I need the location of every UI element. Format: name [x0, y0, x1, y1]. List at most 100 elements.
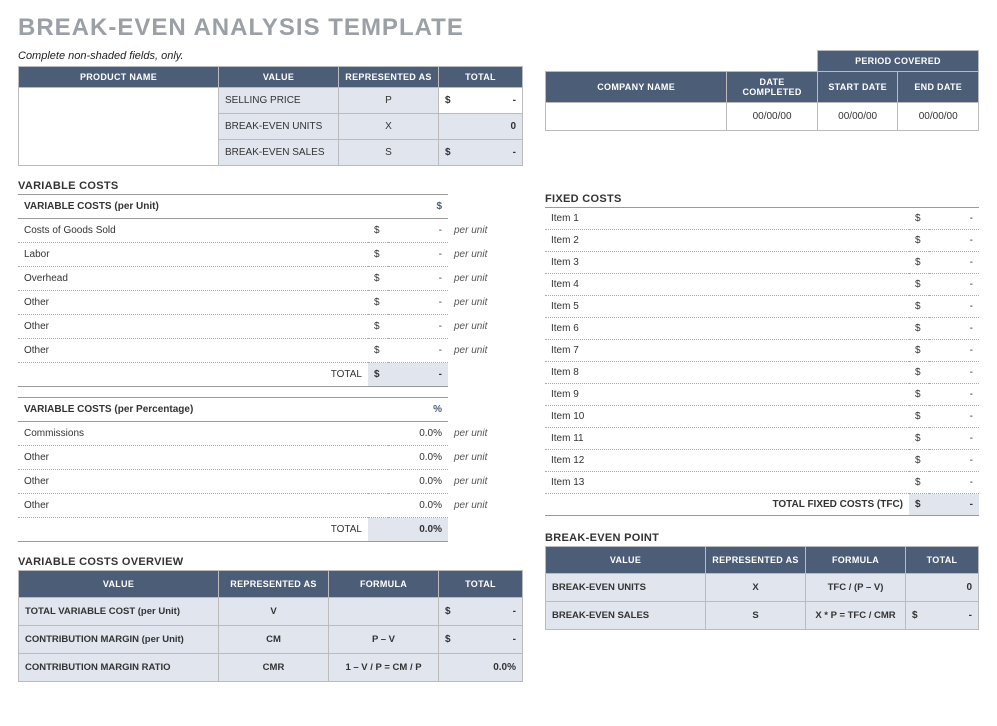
varcost-value[interactable]: 0.0% — [388, 422, 448, 446]
currency-symbol: $ — [909, 208, 929, 230]
varcost-label[interactable]: Overhead — [18, 267, 368, 291]
currency-symbol: $ — [909, 230, 929, 252]
col-rep: REPRESENTED AS — [706, 547, 806, 574]
selling-price-total[interactable]: $- — [439, 88, 523, 114]
currency-symbol: $ — [909, 318, 929, 340]
period-covered-heading: PERIOD COVERED — [817, 51, 978, 72]
table-row: CONTRIBUTION MARGIN (per Unit) CM P – V … — [19, 626, 523, 654]
fixed-item-label[interactable]: Item 1 — [545, 208, 909, 230]
overview-total: $- — [439, 626, 523, 654]
table-row: CONTRIBUTION MARGIN RATIO CMR 1 – V / P … — [19, 654, 523, 682]
per-unit-label: per unit — [448, 494, 523, 518]
fixed-item-label[interactable]: Item 2 — [545, 230, 909, 252]
fixed-item-label[interactable]: Item 8 — [545, 362, 909, 384]
varcost-pct-total-val: 0.0% — [388, 518, 448, 542]
breakeven-value: BREAK-EVEN UNITS — [546, 574, 706, 602]
varcost-pct-title: VARIABLE COSTS (per Percentage) — [18, 398, 388, 422]
list-item: Other 0.0% per unit — [18, 494, 523, 518]
overview-total: $- — [439, 598, 523, 626]
fixed-item-value[interactable]: - — [929, 252, 979, 274]
list-item: Other $ - per unit — [18, 291, 523, 315]
currency-symbol: $ — [368, 339, 388, 363]
col-product-name: PRODUCT NAME — [19, 67, 219, 88]
varcost-value[interactable]: - — [388, 243, 448, 267]
fixed-item-value[interactable]: - — [929, 274, 979, 296]
currency-symbol: $ — [909, 362, 929, 384]
list-item: Other 0.0% per unit — [18, 470, 523, 494]
varcost-value[interactable]: 0.0% — [388, 446, 448, 470]
breakeven-total: $- — [906, 602, 979, 630]
col-company: COMPANY NAME — [546, 72, 727, 103]
varcost-value[interactable]: - — [388, 267, 448, 291]
fixed-item-label[interactable]: Item 9 — [545, 384, 909, 406]
list-item: Item 10 $ - — [545, 406, 979, 428]
overview-formula: P – V — [329, 626, 439, 654]
fixed-item-label[interactable]: Item 11 — [545, 428, 909, 450]
fixed-item-value[interactable]: - — [929, 362, 979, 384]
rep-label: S — [339, 140, 439, 166]
varcost-label[interactable]: Other — [18, 470, 368, 494]
varcost-label[interactable]: Other — [18, 339, 368, 363]
list-item: Commissions 0.0% per unit — [18, 422, 523, 446]
varcost-label[interactable]: Labor — [18, 243, 368, 267]
overview-value: TOTAL VARIABLE COST (per Unit) — [19, 598, 219, 626]
varcost-value[interactable]: - — [388, 315, 448, 339]
fixed-item-label[interactable]: Item 12 — [545, 450, 909, 472]
list-item: Item 7 $ - — [545, 340, 979, 362]
fixed-item-value[interactable]: - — [929, 296, 979, 318]
page-title: BREAK-EVEN ANALYSIS TEMPLATE — [18, 14, 979, 42]
fixed-item-label[interactable]: Item 5 — [545, 296, 909, 318]
fixed-total-cur: $ — [909, 494, 929, 516]
value-label: SELLING PRICE — [219, 88, 339, 114]
col-value: VALUE — [546, 547, 706, 574]
start-date-input[interactable]: 00/00/00 — [817, 103, 898, 131]
overview-table: VALUE REPRESENTED AS FORMULA TOTAL TOTAL… — [18, 570, 523, 682]
varcost-label[interactable]: Other — [18, 315, 368, 339]
currency-symbol: $ — [909, 450, 929, 472]
value-label: BREAK-EVEN SALES — [219, 140, 339, 166]
fixed-item-value[interactable]: - — [929, 230, 979, 252]
fixed-item-label[interactable]: Item 13 — [545, 472, 909, 494]
breakeven-total: 0 — [906, 574, 979, 602]
varcost-label[interactable]: Other — [18, 291, 368, 315]
fixed-item-label[interactable]: Item 6 — [545, 318, 909, 340]
varcost-label[interactable]: Other — [18, 446, 368, 470]
product-name-input[interactable] — [19, 88, 219, 166]
varcost-label[interactable]: Commissions — [18, 422, 368, 446]
per-unit-label: per unit — [448, 267, 523, 291]
currency-symbol: $ — [909, 384, 929, 406]
varcost-pct-sign: % — [388, 398, 448, 422]
fixed-item-value[interactable]: - — [929, 208, 979, 230]
fixed-item-value[interactable]: - — [929, 472, 979, 494]
fixed-item-label[interactable]: Item 7 — [545, 340, 909, 362]
col-formula: FORMULA — [329, 571, 439, 598]
varcost-value[interactable]: - — [388, 339, 448, 363]
fixed-item-value[interactable]: - — [929, 428, 979, 450]
fixed-item-value[interactable]: - — [929, 318, 979, 340]
col-total: TOTAL — [439, 67, 523, 88]
varcost-label[interactable]: Other — [18, 494, 368, 518]
currency-symbol: $ — [909, 472, 929, 494]
varcost-value[interactable]: 0.0% — [388, 494, 448, 518]
date-completed-input[interactable]: 00/00/00 — [727, 103, 818, 131]
fixed-item-label[interactable]: Item 4 — [545, 274, 909, 296]
varcost-label[interactable]: Costs of Goods Sold — [18, 219, 368, 243]
list-item: Item 6 $ - — [545, 318, 979, 340]
fixed-item-label[interactable]: Item 10 — [545, 406, 909, 428]
varcost-value[interactable]: - — [388, 219, 448, 243]
variable-costs-unit-table: VARIABLE COSTS (per Unit) $ Costs of Goo… — [18, 194, 523, 387]
end-date-input[interactable]: 00/00/00 — [898, 103, 979, 131]
list-item: Item 12 $ - — [545, 450, 979, 472]
per-unit-label: per unit — [448, 315, 523, 339]
varcost-value[interactable]: - — [388, 291, 448, 315]
fixed-item-value[interactable]: - — [929, 450, 979, 472]
fixed-item-label[interactable]: Item 3 — [545, 252, 909, 274]
product-table: PRODUCT NAME VALUE REPRESENTED AS TOTAL … — [18, 66, 523, 166]
fixed-item-value[interactable]: - — [929, 340, 979, 362]
value-label: BREAK-EVEN UNITS — [219, 114, 339, 140]
varcost-value[interactable]: 0.0% — [388, 470, 448, 494]
fixed-item-value[interactable]: - — [929, 406, 979, 428]
company-name-input[interactable] — [546, 103, 727, 131]
breakeven-units-total: 0 — [439, 114, 523, 140]
fixed-item-value[interactable]: - — [929, 384, 979, 406]
